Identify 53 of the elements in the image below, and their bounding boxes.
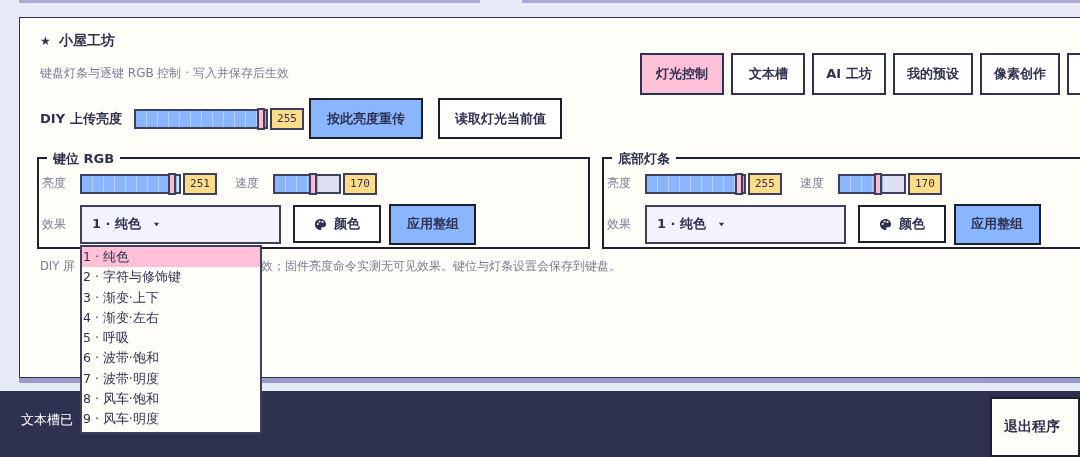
field-label: 亮度 bbox=[606, 175, 632, 193]
panel-title: 小屋工坊 bbox=[58, 31, 115, 50]
action-button[interactable]: 读取灯光当前值 bbox=[438, 98, 562, 140]
slider-value: 251 bbox=[183, 172, 217, 195]
field-label: 速度 bbox=[235, 175, 260, 193]
effect-dropdown[interactable]: 1 · 纯色 bbox=[644, 204, 846, 244]
exit-button[interactable]: 退出程序 bbox=[990, 397, 1080, 457]
diy-label: DIY 上传亮度 bbox=[40, 109, 123, 128]
note-text: 效；固件亮度命令实测无可见效果。键位与灯条设置会保存到键盘。 bbox=[261, 258, 621, 274]
field-label: 速度 bbox=[799, 175, 825, 193]
field-label: 效果 bbox=[606, 215, 632, 233]
dropdown-option[interactable]: 1 · 纯色 bbox=[82, 246, 260, 268]
slider-thumb[interactable] bbox=[873, 172, 882, 195]
subtitle: 键盘灯条与逐键 RGB 控制 · 写入并保存后生效 bbox=[39, 64, 289, 82]
tab[interactable]: AI 工坊 bbox=[812, 52, 886, 95]
effect-dropdown[interactable]: 1 · 纯色 bbox=[80, 204, 281, 244]
palette-icon bbox=[314, 217, 327, 231]
group-title: 键位 RGB bbox=[47, 149, 121, 168]
star-icon: ★ bbox=[40, 33, 51, 48]
field-label: 亮度 bbox=[42, 175, 67, 193]
field-label: 效果 bbox=[42, 215, 67, 233]
slider-track[interactable] bbox=[273, 173, 341, 194]
slider-value: 255 bbox=[270, 107, 304, 130]
dropdown-option[interactable]: 7 · 波带·明度 bbox=[82, 368, 260, 390]
slider-thumb[interactable] bbox=[734, 172, 743, 195]
slider-value: 170 bbox=[907, 172, 942, 195]
tab[interactable]: 我的预设 bbox=[893, 52, 973, 95]
slider-value: 255 bbox=[747, 172, 782, 195]
status-text: 文本槽已 bbox=[21, 411, 73, 429]
dropdown-option[interactable]: 3 · 渐变·上下 bbox=[82, 287, 260, 308]
color-button[interactable]: 颜色 bbox=[857, 205, 946, 244]
dropdown-option[interactable]: 4 · 渐变·左右 bbox=[82, 307, 260, 329]
dropdown-option[interactable]: 6 · 波带·饱和 bbox=[82, 348, 260, 369]
caret-icon bbox=[153, 221, 161, 227]
tab[interactable]: 文本槽 bbox=[731, 52, 805, 95]
apply-button[interactable]: 应用整组 bbox=[953, 203, 1041, 245]
slider-thumb[interactable] bbox=[168, 172, 177, 195]
group-title: 底部灯条 bbox=[611, 149, 676, 168]
action-button[interactable]: 按此亮度重传 bbox=[309, 98, 423, 140]
note-text: DIY 屏 bbox=[40, 258, 76, 274]
dropdown-option[interactable]: 5 · 呼吸 bbox=[82, 328, 260, 349]
slider-thumb[interactable] bbox=[308, 172, 317, 195]
color-button[interactable]: 颜色 bbox=[293, 205, 381, 244]
apply-button[interactable]: 应用整组 bbox=[389, 203, 476, 245]
slider-thumb[interactable] bbox=[257, 107, 265, 130]
caret-icon bbox=[717, 221, 725, 227]
palette-icon bbox=[878, 217, 892, 231]
dropdown-option[interactable]: 9 · 风车·明度 bbox=[82, 409, 260, 430]
dropdown-option[interactable]: 2 · 字符与修饰键 bbox=[82, 267, 260, 288]
tab[interactable]: 像素创作 bbox=[980, 52, 1060, 95]
tab[interactable]: 灯光控制 bbox=[640, 52, 724, 95]
dropdown-option[interactable]: 8 · 风车·饱和 bbox=[82, 389, 260, 410]
slider-value: 170 bbox=[343, 172, 377, 195]
